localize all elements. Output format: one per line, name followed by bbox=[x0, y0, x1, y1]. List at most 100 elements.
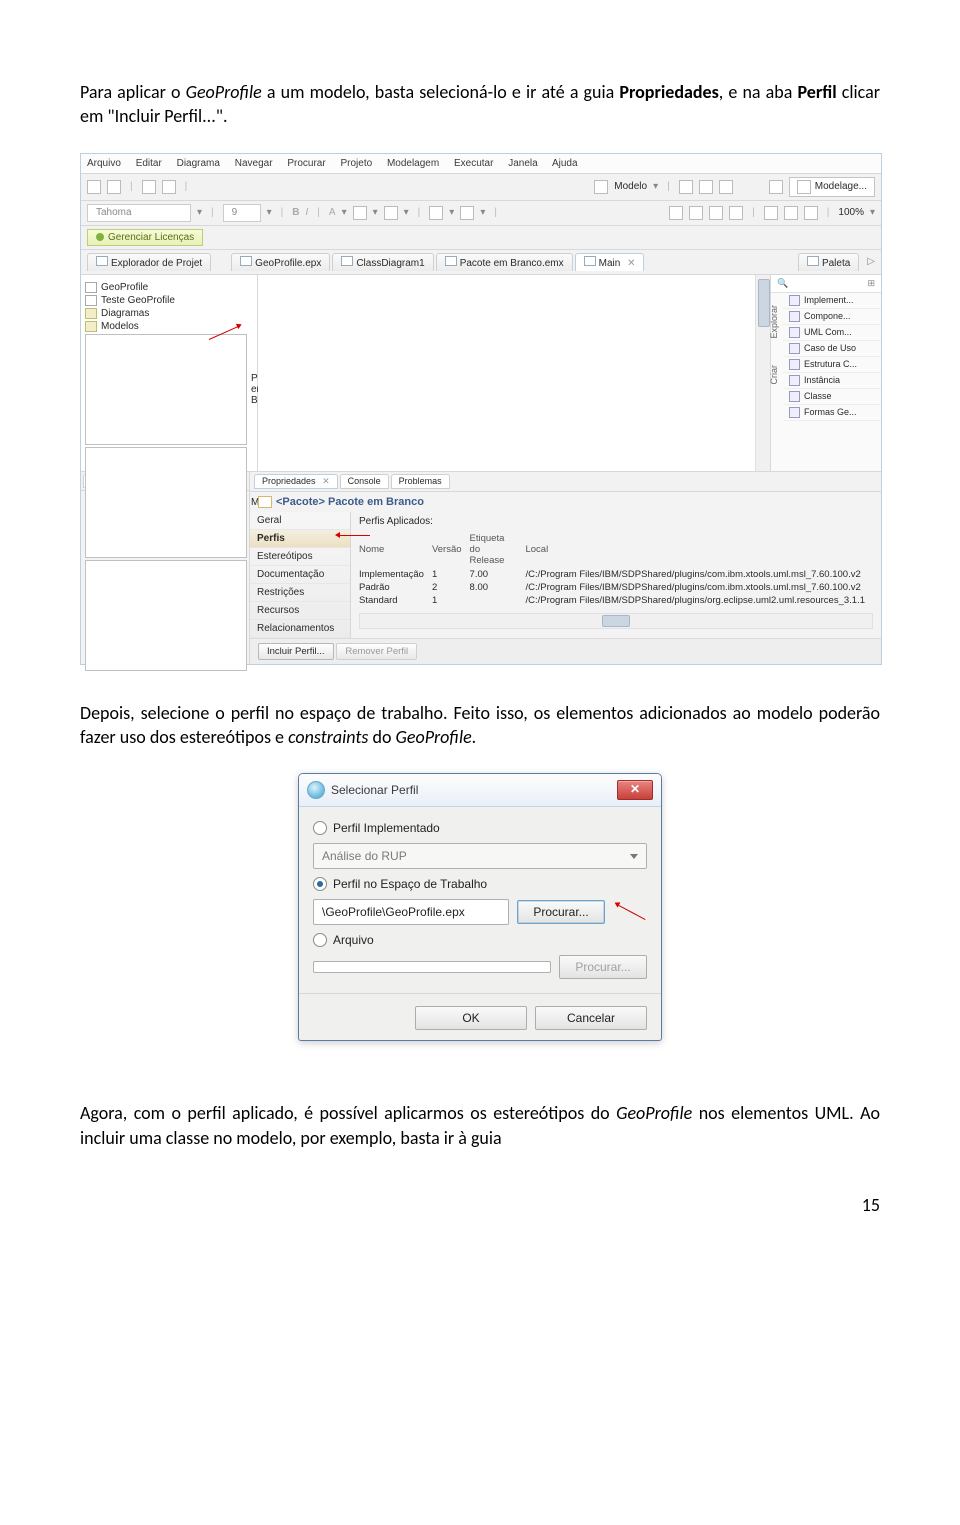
tab-problemas[interactable]: Problemas bbox=[391, 474, 450, 489]
palette-item[interactable]: Caso de Uso bbox=[783, 341, 881, 357]
menu-item[interactable]: Executar bbox=[454, 158, 493, 169]
bold-button[interactable]: B bbox=[292, 207, 299, 218]
col-etiqueta[interactable]: Etiqueta do Release bbox=[470, 531, 526, 568]
toolbar-icon[interactable] bbox=[804, 206, 818, 220]
font-size[interactable]: 9 bbox=[223, 204, 261, 222]
modelage-button[interactable]: Modelage... bbox=[789, 177, 875, 197]
toolbar-icon[interactable] bbox=[87, 180, 101, 194]
zoom-value[interactable]: 100% bbox=[838, 207, 864, 218]
properties-header: <Pacote> Pacote em Branco bbox=[250, 492, 881, 512]
table-row[interactable]: Standard 1 /C:/Program Files/IBM/SDPShar… bbox=[359, 594, 873, 607]
toolbar-icon[interactable] bbox=[764, 206, 778, 220]
menu-item[interactable]: Navegar bbox=[235, 158, 273, 169]
tree-item[interactable]: Pacote em Branco bbox=[85, 333, 253, 446]
modelo-button[interactable]: Modelo bbox=[614, 181, 647, 192]
table-row[interactable]: Implementação 1 7.00 /C:/Program Files/I… bbox=[359, 568, 873, 581]
side-item-estereotipos[interactable]: Estereótipos bbox=[250, 548, 350, 566]
menu-item[interactable]: Projeto bbox=[340, 158, 372, 169]
side-item-documentacao[interactable]: Documentação bbox=[250, 566, 350, 584]
tab-main[interactable]: Main ✕ bbox=[575, 253, 645, 271]
palette-zoom-icon[interactable]: ⊞ bbox=[867, 278, 875, 289]
tree-item[interactable]: GeoProfile bbox=[85, 281, 253, 294]
toolbar-icon[interactable] bbox=[460, 206, 474, 220]
tree-item[interactable]: Main bbox=[85, 446, 253, 559]
diagram-canvas[interactable] bbox=[258, 275, 770, 471]
modelo-icon[interactable] bbox=[594, 180, 608, 194]
col-nome[interactable]: Nome bbox=[359, 531, 432, 568]
menu-item[interactable]: Modelagem bbox=[387, 158, 439, 169]
scrollbar-horizontal[interactable] bbox=[359, 613, 873, 629]
tab-pacote-em-branco[interactable]: Pacote em Branco.emx bbox=[436, 253, 573, 271]
palette-item[interactable]: Estrutura C... bbox=[783, 357, 881, 373]
tree-item[interactable]: Diagramas bbox=[85, 307, 253, 320]
tab-explorador[interactable]: Explorador de Projet bbox=[87, 253, 211, 271]
menu-item[interactable]: Editar bbox=[136, 158, 162, 169]
close-icon[interactable]: ✕ bbox=[322, 476, 330, 486]
radio-perfil-workspace[interactable] bbox=[313, 877, 327, 891]
palette-search-icon[interactable]: 🔍 bbox=[777, 278, 788, 289]
combo-analise-rup[interactable]: Análise do RUP bbox=[313, 843, 647, 869]
radio-arquivo[interactable] bbox=[313, 933, 327, 947]
toolbar-icon[interactable] bbox=[669, 206, 683, 220]
palette-item[interactable]: Instância bbox=[783, 373, 881, 389]
perspective-switcher-icon[interactable] bbox=[769, 180, 783, 194]
ok-button[interactable]: OK bbox=[415, 1006, 527, 1030]
palette-item[interactable]: Formas Ge... bbox=[783, 405, 881, 421]
tree-item[interactable]: Teste GeoProfile bbox=[85, 294, 253, 307]
toolbar-icon[interactable] bbox=[709, 206, 723, 220]
palette-item[interactable]: Classe bbox=[783, 389, 881, 405]
menu-item[interactable]: Arquivo bbox=[87, 158, 121, 169]
scrollbar-vertical[interactable] bbox=[755, 275, 770, 471]
col-versao[interactable]: Versão bbox=[432, 531, 470, 568]
procurar-button-arquivo[interactable]: Procurar... bbox=[559, 955, 647, 979]
toolbar-icon[interactable] bbox=[699, 180, 713, 194]
menu-item[interactable]: Procurar bbox=[287, 158, 325, 169]
menu-item[interactable]: Diagrama bbox=[177, 158, 220, 169]
italic-button[interactable]: I bbox=[306, 207, 309, 218]
side-item-geral[interactable]: Geral bbox=[250, 512, 350, 530]
tab-propriedades[interactable]: Propriedades ✕ bbox=[254, 474, 338, 489]
palette-item[interactable]: Compone... bbox=[783, 309, 881, 325]
palette-item[interactable]: UML Com... bbox=[783, 325, 881, 341]
table-row[interactable]: Padrão 2 8.00 /C:/Program Files/IBM/SDPS… bbox=[359, 581, 873, 594]
tab-paleta[interactable]: Paleta bbox=[798, 253, 859, 271]
palette-item[interactable]: Implement... bbox=[783, 293, 881, 309]
radio-perfil-implementado[interactable] bbox=[313, 821, 327, 835]
procurar-button-workspace[interactable]: Procurar... bbox=[517, 900, 605, 924]
fill-color-button[interactable] bbox=[353, 206, 367, 220]
close-icon[interactable]: ✕ bbox=[627, 258, 635, 269]
font-combo[interactable]: Tahoma bbox=[87, 204, 191, 222]
gerenciar-licencas-button[interactable]: Gerenciar Licenças bbox=[87, 229, 203, 246]
toolbar-icon[interactable] bbox=[689, 206, 703, 220]
toolbar-icon[interactable] bbox=[107, 180, 121, 194]
toolbar-icon[interactable] bbox=[729, 206, 743, 220]
toolbar-icon[interactable] bbox=[719, 180, 733, 194]
remover-perfil-button[interactable]: Remover Perfil bbox=[336, 643, 417, 660]
close-button[interactable]: ✕ bbox=[617, 780, 653, 800]
toolbar-icon[interactable] bbox=[429, 206, 443, 220]
text: Depois, selecione o perfil no espaço de … bbox=[80, 702, 880, 748]
line-color-button[interactable] bbox=[384, 206, 398, 220]
tree-item[interactable]: (UMLPrimitiveTypes) bbox=[85, 559, 253, 672]
side-item-perfis[interactable]: Perfis bbox=[250, 530, 350, 548]
toolbar-icon[interactable] bbox=[162, 180, 176, 194]
toolbar-icon[interactable] bbox=[679, 180, 693, 194]
toolbar-icon[interactable] bbox=[784, 206, 798, 220]
arquivo-path-input[interactable] bbox=[313, 961, 551, 973]
tab-classdiagram[interactable]: ClassDiagram1 bbox=[332, 253, 433, 271]
scrollbar-thumb[interactable] bbox=[602, 615, 630, 627]
cancelar-button[interactable]: Cancelar bbox=[535, 1006, 647, 1030]
package-icon bbox=[85, 334, 247, 445]
menu-item[interactable]: Ajuda bbox=[552, 158, 578, 169]
workspace-path-input[interactable]: \GeoProfile\GeoProfile.epx bbox=[313, 899, 509, 925]
side-item-restricoes[interactable]: Restrições bbox=[250, 584, 350, 602]
incluir-perfil-button[interactable]: Incluir Perfil... bbox=[258, 643, 334, 660]
col-local[interactable]: Local bbox=[525, 531, 873, 568]
side-item-recursos[interactable]: Recursos bbox=[250, 602, 350, 620]
font-color-button[interactable]: A bbox=[329, 207, 336, 218]
menu-item[interactable]: Janela bbox=[508, 158, 537, 169]
tab-geoprofile-epx[interactable]: GeoProfile.epx bbox=[231, 253, 330, 271]
side-item-relacionamentos[interactable]: Relacionamentos bbox=[250, 620, 350, 638]
tab-console[interactable]: Console bbox=[340, 474, 389, 489]
toolbar-icon[interactable] bbox=[142, 180, 156, 194]
